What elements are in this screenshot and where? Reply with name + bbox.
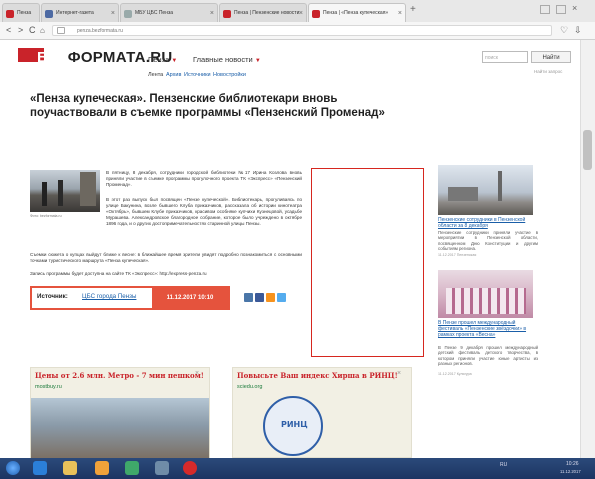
new-tab-button[interactable]: + [410, 4, 416, 15]
media-icon[interactable] [95, 461, 109, 475]
app-icon[interactable] [125, 461, 139, 475]
photo-caption: Фото: bezformata.ru [30, 214, 62, 218]
tab-label: Пенза | «Пенза купеческая» [323, 10, 389, 16]
logo-prefix: БЕЗ [37, 49, 68, 66]
opera-icon[interactable] [183, 461, 197, 475]
chevron-down-icon: ▼ [171, 58, 178, 64]
opera-icon [6, 10, 14, 18]
tab-label: МБУ ЦБС Пенза [135, 10, 174, 16]
app-icon[interactable] [155, 461, 169, 475]
subnav-item[interactable]: Новостройки [213, 72, 246, 78]
search-button[interactable]: Найти [531, 51, 571, 63]
close-icon[interactable]: × [195, 370, 199, 377]
start-button[interactable] [6, 461, 20, 475]
browser-tab-bar: Пенза Интернет-газета × МБУ ЦБС Пенза × … [0, 0, 595, 23]
address-bar: < > C ⌂ penza.bezformata.ru ♡ ⇩ [0, 22, 595, 40]
ad-source[interactable]: sciedu.org [237, 384, 262, 390]
browser-tab-active[interactable]: Пенза | «Пенза купеческая» × [308, 3, 406, 22]
building-figure [448, 187, 478, 201]
maximize-button[interactable] [556, 5, 566, 14]
chevron-down-icon: ▼ [254, 58, 261, 64]
person-figure [42, 182, 47, 206]
ad-image [31, 398, 209, 459]
tab-label: Пенза [17, 10, 32, 16]
article-photo[interactable] [30, 170, 100, 212]
reload-button[interactable]: C [29, 25, 36, 36]
close-icon[interactable]: × [398, 4, 402, 22]
search-input[interactable]: поиск [482, 51, 528, 63]
odnoklassniki-share-icon[interactable] [266, 293, 275, 302]
sidebar-title[interactable]: Пензенские сотрудники в Пензенской облас… [438, 217, 538, 229]
lock-icon [57, 27, 65, 34]
twitter-share-icon[interactable] [277, 293, 286, 302]
scrollbar-thumb[interactable] [583, 130, 592, 170]
bookmark-icon[interactable]: ♡ [560, 25, 568, 36]
article-paragraph: В пятницу, 8 декабря, сотрудники городск… [106, 170, 302, 187]
forward-button[interactable]: > [18, 25, 23, 36]
vk-share-icon[interactable] [244, 293, 253, 302]
publish-date: 11.12.2017 10:10 [152, 288, 228, 308]
ad-placeholder [311, 168, 424, 357]
ad-card[interactable]: РИНЦ [232, 367, 412, 458]
group-photo-figure [446, 288, 526, 314]
url-text: penza.bezformata.ru [77, 28, 123, 34]
source-label: Источник: [37, 293, 68, 300]
back-button[interactable]: < [6, 25, 11, 36]
source-link[interactable]: ЦБС города Пензы [82, 293, 136, 300]
site-favicon-icon [223, 10, 231, 18]
ie-icon[interactable] [33, 461, 47, 475]
close-icon[interactable]: × [111, 4, 115, 22]
ad-title[interactable]: Повысьте Ваш индекс Хирша в РИНЦ! [237, 371, 398, 380]
download-icon[interactable]: ⇩ [574, 25, 582, 36]
browser-tab[interactable]: Интернет-газета × [41, 3, 119, 22]
site-favicon-icon [124, 10, 132, 18]
search-hint[interactable]: Найти запрос [534, 69, 562, 74]
tray-time[interactable]: 10:26 [566, 461, 579, 467]
tray-date[interactable]: 11.12.2017 [560, 469, 581, 474]
subnav-item[interactable]: Архив [166, 72, 181, 78]
url-field[interactable]: penza.bezformata.ru [52, 25, 552, 36]
nav-item-penza[interactable]: Пенза ▼ [148, 55, 177, 64]
person-figure [58, 180, 63, 206]
article-title: «Пенза купеческая». Пензенские библиотек… [30, 93, 385, 119]
chimney-figure [498, 171, 502, 201]
site-favicon-icon [312, 10, 320, 18]
subnav-item[interactable]: Источники [184, 72, 211, 78]
rinc-badge-text: РИНЦ [281, 420, 308, 429]
sidebar-text: Пензенские сотрудники приняли участие в … [438, 230, 538, 251]
article-paragraph: Съемки сюжета о купцах выйдут ближе к ве… [30, 252, 302, 263]
sidebar-date: 11.12.2017 Пензенская [438, 253, 477, 257]
home-button[interactable]: ⌂ [40, 25, 45, 36]
building-figure [80, 172, 96, 206]
tray-language[interactable]: RU [500, 462, 507, 468]
site-favicon-icon [45, 10, 53, 18]
nav-label: Пенза [148, 55, 170, 64]
browser-tab[interactable]: Пенза [2, 3, 40, 22]
close-icon[interactable]: × [299, 4, 303, 22]
facebook-share-icon[interactable] [255, 293, 264, 302]
ad-title[interactable]: Цены от 2.6 млн. Метро - 7 мин пешком! [35, 371, 204, 380]
tab-label: Интернет-газета [56, 10, 94, 16]
scrollbar[interactable] [580, 40, 595, 458]
browser-tab[interactable]: Пенза | Пензенские новости × [219, 3, 307, 22]
article-paragraph: В этот раз выпуск был посвящен «Пензе ку… [106, 197, 302, 226]
minimize-button[interactable] [540, 5, 550, 14]
folder-icon[interactable] [63, 461, 77, 475]
article-paragraph: Запись программы будет доступна на сайте… [30, 271, 207, 276]
sidebar-date: 11.12.2017 Культура [438, 372, 472, 376]
nav-item-main-news[interactable]: Главные новости ▼ [193, 55, 261, 64]
ad-source[interactable]: mostbuy.ru [35, 384, 62, 390]
tab-label: Пенза | Пензенские новости [234, 10, 300, 16]
browser-tab[interactable]: МБУ ЦБС Пенза × [120, 3, 218, 22]
subnav-item[interactable]: Лента [148, 72, 163, 78]
sidebar-text: В Пензе 9 декабря прошел международный д… [438, 345, 538, 366]
sidebar-thumb[interactable] [438, 165, 533, 215]
close-icon[interactable]: × [397, 370, 401, 377]
close-icon[interactable]: × [210, 4, 214, 22]
sidebar-thumb[interactable] [438, 270, 533, 318]
close-window-button[interactable]: × [572, 3, 577, 13]
ad-card[interactable] [30, 367, 210, 459]
nav-label: Главные новости [193, 55, 253, 64]
sidebar-title[interactable]: В Пензе прошел международный фестиваль «… [438, 320, 538, 338]
